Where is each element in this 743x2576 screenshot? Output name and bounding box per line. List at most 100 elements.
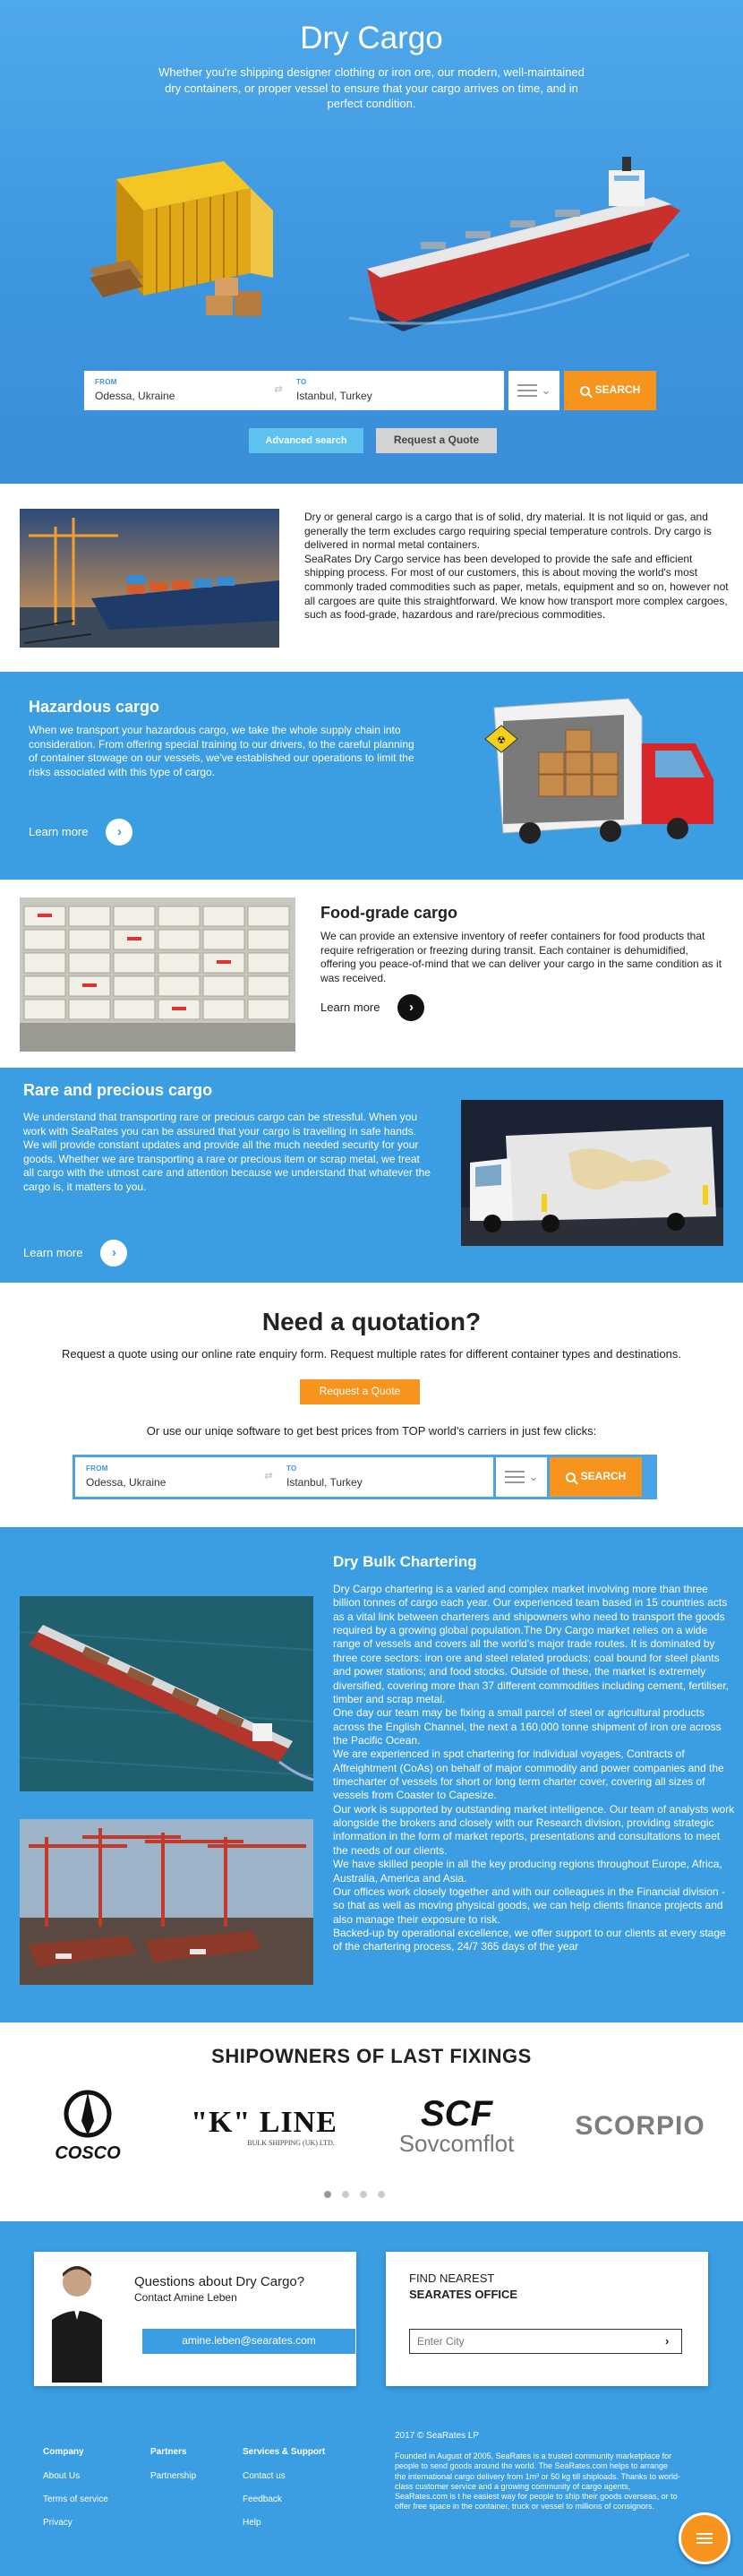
shipowners-section: SHIPOWNERS OF LAST FIXINGS COSCO "K" LIN… xyxy=(0,2022,743,2221)
city-input[interactable] xyxy=(409,2329,682,2354)
to-field[interactable]: TO Istanbul, Turkey xyxy=(276,1457,493,1497)
scorpio-logo: SCORPIO xyxy=(555,2085,725,2166)
page-title: Dry Cargo xyxy=(300,21,443,56)
to-label: TO xyxy=(286,1464,297,1473)
svg-text:☢: ☢ xyxy=(497,735,506,746)
container-type-select[interactable]: ⌄ xyxy=(508,371,559,410)
route-search-bar: FROM Odessa, Ukraine ⇄ TO Istanbul, Turk… xyxy=(84,371,665,410)
footer-heading: Partners xyxy=(150,2447,187,2457)
hazardous-truck-image: ☢ xyxy=(484,698,713,844)
find-office-heading: FIND NEAREST xyxy=(409,2271,495,2285)
bulk-loading-image xyxy=(20,1819,313,1985)
contact-person: Contact Amine Leben xyxy=(134,2291,237,2304)
contact-card: Questions about Dry Cargo? Contact Amine… xyxy=(34,2252,356,2386)
kline-logo-sub: BULK SHIPPING (UK) LTD. xyxy=(247,2138,335,2147)
footer-link[interactable]: Partnership xyxy=(150,2470,196,2482)
menu-button[interactable] xyxy=(679,2512,730,2564)
footer-link[interactable]: Feedback xyxy=(243,2494,325,2505)
hazardous-section: Hazardous cargo When we transport your h… xyxy=(0,672,743,880)
bulk-paragraph: Dry Cargo chartering is a varied and com… xyxy=(333,1583,729,1705)
footer-column-partners: Partners Partnership xyxy=(150,2446,196,2494)
dry-bulk-title: Dry Bulk Chartering xyxy=(333,1553,477,1570)
search-button[interactable]: SEARCH xyxy=(564,371,656,410)
intro-section: Dry or general cargo is a cargo that is … xyxy=(0,484,743,672)
arrow-right-icon: › xyxy=(397,994,425,1021)
carousel-dot[interactable] xyxy=(360,2191,367,2198)
to-value: Istanbul, Turkey xyxy=(286,1476,363,1490)
to-field[interactable]: TO Istanbul, Turkey xyxy=(286,371,504,410)
carousel-dot[interactable] xyxy=(342,2191,349,2198)
food-grade-learn-more[interactable]: Learn more › xyxy=(320,994,425,1021)
quotation-or-text: Or use our uniqe software to get best pr… xyxy=(146,1424,597,1438)
cosco-logo: COSCO xyxy=(34,2085,141,2166)
chevron-down-icon: ⌄ xyxy=(541,382,551,397)
swap-icon[interactable]: ⇄ xyxy=(271,383,286,398)
kline-logo: "K" LINE BULK SHIPPING (UK) LTD. xyxy=(170,2085,358,2166)
footer-link[interactable]: Help xyxy=(243,2517,325,2529)
footer-about-text: Founded in August of 2005, SeaRates is a… xyxy=(395,2451,680,2512)
footer-copyright: 2017 © SeaRates LP xyxy=(395,2431,480,2441)
hero-illustration xyxy=(90,157,689,331)
carousel-dot[interactable] xyxy=(324,2191,331,2198)
request-quote-button[interactable]: Request a Quote xyxy=(300,1379,420,1404)
footer-heading: Services & Support xyxy=(243,2447,326,2457)
food-grade-title: Food-grade cargo xyxy=(320,904,458,922)
carousel-dot[interactable] xyxy=(378,2191,385,2198)
find-office-subheading: SEARATES OFFICE xyxy=(409,2288,518,2301)
to-label: TO xyxy=(296,378,307,386)
scf-logo-sub: Sovcomflot xyxy=(398,2130,515,2157)
to-value: Istanbul, Turkey xyxy=(296,390,372,403)
request-quote-button[interactable]: Request a Quote xyxy=(376,428,497,453)
rare-precious-section: Rare and precious cargo We understand th… xyxy=(0,1068,743,1283)
from-field[interactable]: FROM Odessa, Ukraine ⇄ xyxy=(75,1457,276,1497)
swap-icon[interactable]: ⇄ xyxy=(261,1470,276,1484)
food-sacks-image xyxy=(20,897,295,1052)
footer-link[interactable]: Contact us xyxy=(243,2470,325,2482)
search-button[interactable]: SEARCH xyxy=(550,1457,642,1497)
list-icon xyxy=(517,384,537,397)
food-grade-text: We can provide an extensive inventory of… xyxy=(320,930,722,984)
bulk-paragraph: We are experienced in spot chartering fo… xyxy=(333,1747,724,1802)
arrow-right-icon[interactable]: › xyxy=(665,2334,669,2349)
chevron-down-icon: ⌄ xyxy=(528,1469,539,1483)
hamburger-icon xyxy=(696,2533,713,2544)
footer-link[interactable]: Terms of service xyxy=(43,2494,108,2505)
from-value: Odessa, Ukraine xyxy=(95,390,175,403)
quotation-subtitle: Request a quote using our online rate en… xyxy=(61,1347,682,1361)
bulk-paragraph: Our offices work closely together and wi… xyxy=(333,1885,725,1926)
avatar xyxy=(41,2257,113,2383)
rare-precious-text: We understand that transporting rare or … xyxy=(23,1111,431,1193)
advanced-search-button[interactable]: Advanced search xyxy=(249,428,363,453)
quotation-title: Need a quotation? xyxy=(261,1308,482,1335)
bulk-paragraph: Backed-up by operational excellence, we … xyxy=(333,1926,726,1953)
dry-bulk-section: Dry Bulk Chartering Dry Cargo chartering… xyxy=(0,1527,743,2022)
scorpio-logo-text: SCORPIO xyxy=(575,2110,705,2141)
from-field[interactable]: FROM Odessa, Ukraine ⇄ xyxy=(84,371,286,410)
hero-subtitle: Whether you're shipping designer clothin… xyxy=(158,65,585,111)
search-icon xyxy=(565,1472,576,1482)
learn-more-label: Learn more xyxy=(320,1000,380,1014)
learn-more-label: Learn more xyxy=(29,824,89,838)
footer-link[interactable]: Privacy xyxy=(43,2517,108,2529)
intro-paragraph: Dry or general cargo is a cargo that is … xyxy=(304,511,712,552)
bulk-carrier-image xyxy=(20,1596,313,1791)
from-label: FROM xyxy=(95,378,117,386)
rare-precious-learn-more[interactable]: Learn more › xyxy=(23,1240,128,1267)
arrow-right-icon: › xyxy=(100,1240,128,1267)
rare-cargo-truck-image xyxy=(461,1100,723,1246)
hazardous-text: When we transport your hazardous cargo, … xyxy=(29,724,414,778)
container-type-select[interactable]: ⌄ xyxy=(496,1457,547,1497)
scf-logo-text: SCF xyxy=(421,2094,492,2134)
rare-precious-title: Rare and precious cargo xyxy=(23,1081,213,1099)
intro-paragraph: SeaRates Dry Cargo service has been deve… xyxy=(304,552,729,622)
learn-more-label: Learn more xyxy=(23,1245,83,1259)
contact-email-button[interactable]: amine.leben@searates.com xyxy=(142,2329,355,2354)
hazardous-title: Hazardous cargo xyxy=(29,698,160,716)
kline-logo-text: "K" LINE xyxy=(191,2105,337,2139)
footer-link[interactable]: About Us xyxy=(43,2470,108,2482)
scf-logo: SCF Sovcomflot xyxy=(376,2085,537,2166)
contact-section: Questions about Dry Cargo? Contact Amine… xyxy=(0,2221,743,2414)
search-button-label: SEARCH xyxy=(580,1470,627,1483)
hazardous-learn-more[interactable]: Learn more › xyxy=(29,819,133,846)
route-search-bar: FROM Odessa, Ukraine ⇄ TO Istanbul, Turk… xyxy=(73,1455,657,1499)
